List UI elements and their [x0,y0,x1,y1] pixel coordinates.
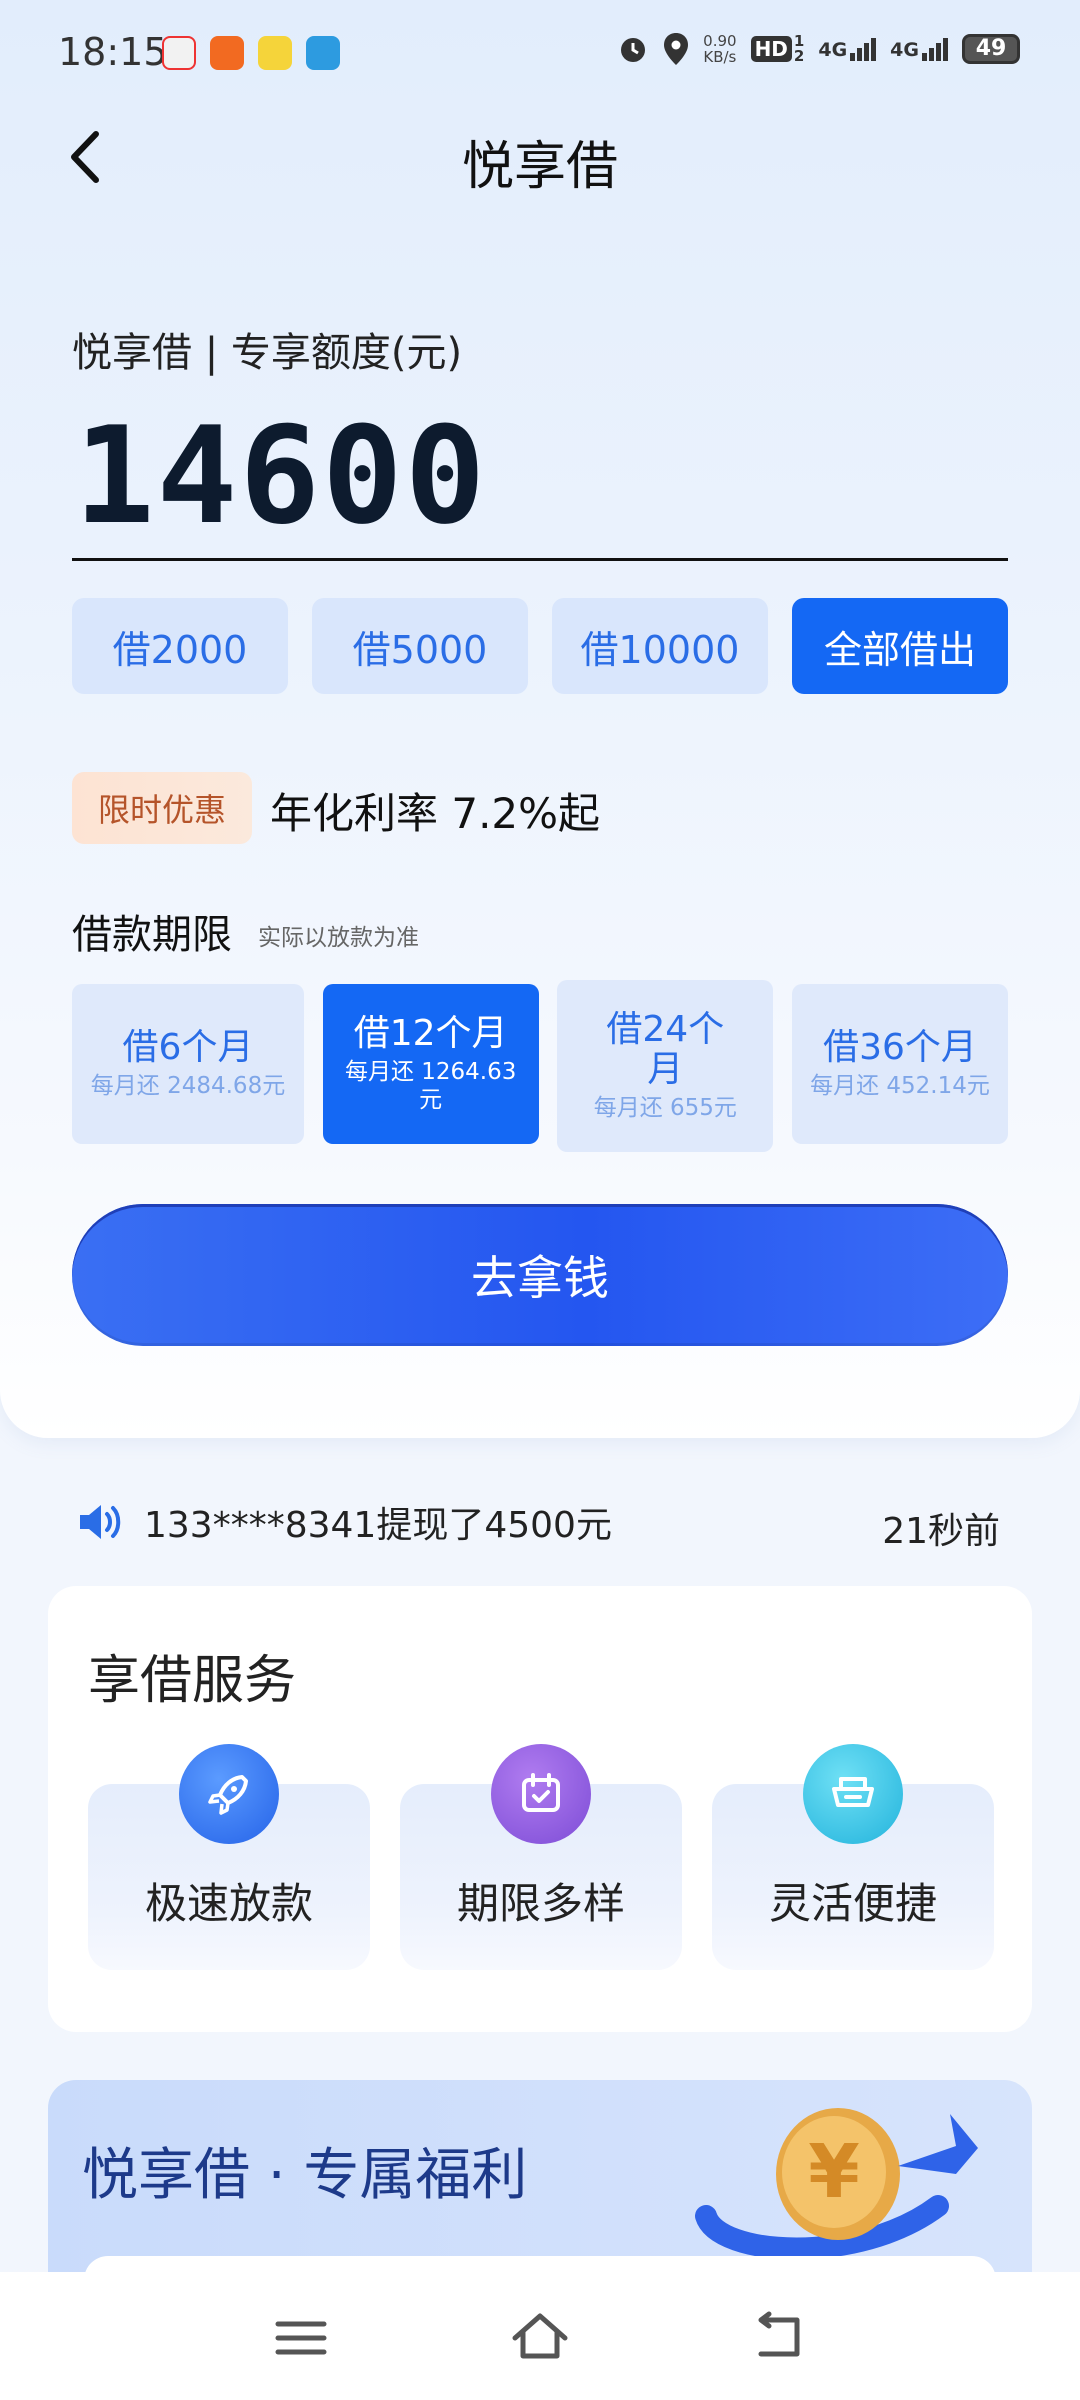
page-title: 悦享借 [461,137,618,197]
borrow-10000-button[interactable]: 借10000 [552,598,768,694]
battery-icon: 49 [962,34,1020,64]
term-monthly: 每月还 452.14元 [810,1073,990,1099]
status-time: 18:15 [58,30,168,74]
term-monthly: 每月还 1264.63元 [344,1059,517,1113]
signal-bars-icon [922,37,948,61]
services-card: 享借服务 极速放款 期限多样 灵活便捷 [48,1586,1032,2032]
status-app-icons [162,36,340,70]
home-button[interactable] [505,2308,575,2368]
term-option-6[interactable]: 借6个月 每月还 2484.68元 [72,984,304,1144]
term-label: 借12个月 [353,1013,508,1054]
back-arrow-icon [758,2311,800,2357]
notice-time: 21秒前 [882,1511,1000,1552]
service-flexible-terms[interactable]: 期限多样 [400,1744,682,1970]
calendar-icon [491,1744,591,1844]
system-navigation-bar [0,2272,1080,2400]
amount-chips: 借2000 借5000 借10000 全部借出 [72,598,1008,694]
service-label: 极速放款 [144,1879,313,1928]
term-label: 借24个月 [606,1009,725,1090]
signal-sim2: 4G [890,37,948,61]
menu-button[interactable] [266,2308,336,2368]
get-money-button[interactable]: 去拿钱 [72,1204,1008,1346]
coin-symbol: ¥ [808,2129,860,2215]
app-notification-icon [210,36,244,70]
term-note: 实际以放款为准 [258,925,419,951]
term-options: 借6个月 每月还 2484.68元 借12个月 每月还 1264.63元 借24… [72,980,1008,1152]
rocket-icon [179,1744,279,1844]
borrow-all-button[interactable]: 全部借出 [792,598,1008,694]
status-indicators: 0.90 KB/s HD 1 2 4G 4G 49 [617,32,1020,66]
term-monthly: 每月还 2484.68元 [90,1073,286,1099]
borrow-5000-button[interactable]: 借5000 [312,598,528,694]
home-icon [512,2313,568,2359]
signal-sim1: 4G [818,37,877,61]
speaker-icon [80,1505,121,1539]
network-speed: 0.90 KB/s [703,32,737,66]
app-notification-icon [162,36,196,70]
interest-rate-text: 年化利率 7.2%起 [270,789,601,838]
quota-label: 悦享借 | 专享额度(元) [72,330,463,376]
app-notification-icon [306,36,340,70]
app-notification-icon [258,36,292,70]
term-title: 借款期限 [72,912,232,958]
service-fast-loan[interactable]: 极速放款 [88,1744,370,1970]
wallet-icon [803,1744,903,1844]
location-icon [664,33,689,65]
withdrawal-notice: 133****8341提现了4500元 21秒前 [76,1492,1004,1552]
term-option-36[interactable]: 借36个月 每月还 452.14元 [791,984,1008,1144]
service-label: 灵活便捷 [768,1879,937,1928]
term-option-24[interactable]: 借24个月 每月还 655元 [557,980,774,1152]
services-title: 享借服务 [88,1651,297,1711]
term-label: 借6个月 [122,1027,254,1068]
coin-icon: ¥ [695,2108,978,2260]
term-label: 借36个月 [823,1027,977,1068]
back-nav-button[interactable] [745,2308,815,2368]
status-bar: 18:15 0.90 KB/s HD 1 2 4G 4G 49 [0,0,1080,110]
term-monthly: 每月还 655元 [593,1095,737,1121]
notice-text: 133****8341提现了4500元 [144,1505,612,1546]
benefits-title: 悦享借 · 专属福利 [82,2143,528,2208]
promo-badge: 限时优惠 [72,772,252,844]
service-label: 期限多样 [456,1879,625,1928]
alarm-icon [621,38,646,62]
service-convenient[interactable]: 灵活便捷 [712,1744,994,1970]
menu-icon [275,2321,327,2355]
signal-bars-icon [850,37,877,61]
hd-indicator: HD 1 2 [750,34,804,64]
term-option-12[interactable]: 借12个月 每月还 1264.63元 [322,984,539,1144]
amount-underline [72,558,1008,561]
borrow-2000-button[interactable]: 借2000 [72,598,288,694]
loan-amount-input[interactable]: 14600 [74,398,487,554]
